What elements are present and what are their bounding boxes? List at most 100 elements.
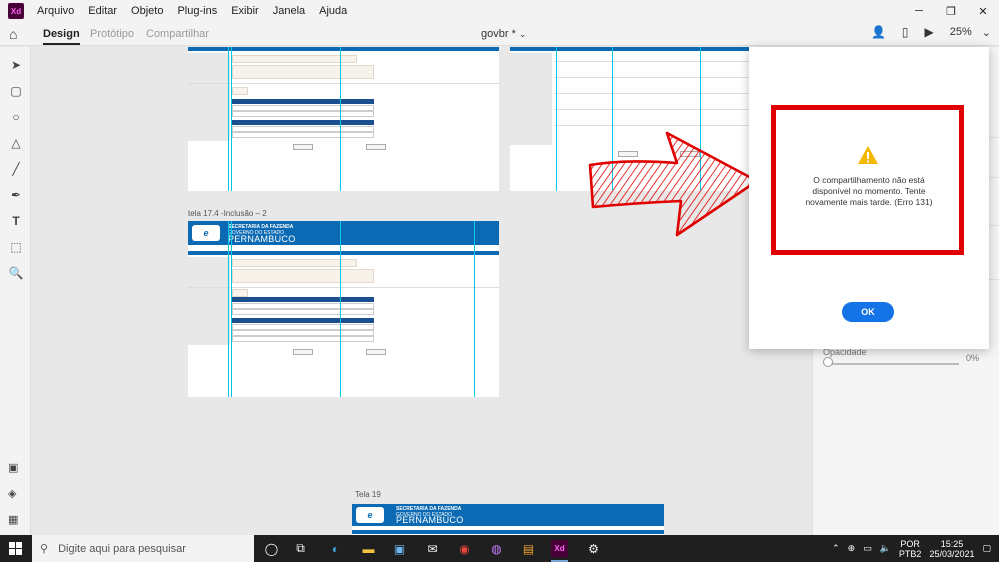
layers-icon[interactable]: ◈ xyxy=(8,487,16,500)
left-toolbar: ➤ ▢ ○ △ ╱ ✒ T ⬚ 🔍 ▣ ◈ ▦ xyxy=(0,47,31,535)
fisco-logo-icon: e xyxy=(192,225,220,241)
layout-guide xyxy=(340,221,341,397)
tab-prototipo[interactable]: Protótipo xyxy=(90,28,134,40)
opacity-value: 0% xyxy=(965,353,979,363)
menu-plugins[interactable]: Plug-ins xyxy=(170,0,224,22)
artboard-middle[interactable]: e SECRETARIA DA FAZENDA GOVERNO DO ESTAD… xyxy=(188,221,499,397)
menu-editar[interactable]: Editar xyxy=(81,0,124,22)
error-message: O compartilhamento não está disponível n… xyxy=(805,175,933,207)
form-field xyxy=(232,55,357,63)
label-column xyxy=(510,53,552,145)
clock-time: 15:25 xyxy=(940,538,964,549)
mini-button xyxy=(293,144,313,150)
share-user-icon[interactable]: 👤 xyxy=(871,25,886,39)
mode-bar: ⌂ Design Protótipo Compartilhar govbr * ⌄… xyxy=(0,22,999,46)
gov-header: e SECRETARIA DA FAZENDA GOVERNO DO ESTAD… xyxy=(352,504,664,526)
section-header xyxy=(188,251,499,255)
section-header xyxy=(188,47,499,51)
close-window-button[interactable]: ✕ xyxy=(967,0,999,22)
maximize-button[interactable]: ❐ xyxy=(935,0,967,22)
line-tool-icon[interactable]: ╱ xyxy=(8,161,24,177)
tab-design[interactable]: Design xyxy=(43,28,80,45)
layout-guide xyxy=(228,47,229,191)
section-header xyxy=(352,530,664,534)
table-row xyxy=(232,111,374,117)
cortana-icon[interactable]: ◯ xyxy=(263,540,280,557)
zoom-value: 25% xyxy=(949,26,972,38)
document-title[interactable]: govbr * ⌄ xyxy=(481,28,526,40)
pen-tool-icon[interactable]: ✒ xyxy=(8,187,24,203)
taskbar-search[interactable]: ⚲ Digite aqui para pesquisar xyxy=(32,535,254,562)
canvas[interactable]: tela 17.4 -Inclusão – 2 e SECRETARIA DA … xyxy=(32,47,812,535)
outlook-icon[interactable]: ▤ xyxy=(520,540,537,557)
form-field xyxy=(232,269,374,283)
play-icon[interactable]: ▶ xyxy=(925,25,934,39)
mini-button xyxy=(366,349,386,355)
chevron-down-icon: ⌄ xyxy=(518,29,527,39)
layout-guide xyxy=(474,221,475,397)
table-header xyxy=(232,99,374,104)
menu-ajuda[interactable]: Ajuda xyxy=(312,0,354,22)
table-row xyxy=(232,132,374,138)
windows-start-icon[interactable] xyxy=(9,542,22,555)
menu-janela[interactable]: Janela xyxy=(266,0,312,22)
assets-icon[interactable]: ▣ xyxy=(8,461,18,474)
menu-arquivo[interactable]: Arquivo xyxy=(30,0,81,22)
form-field xyxy=(232,87,248,95)
artboard-top-left[interactable] xyxy=(188,47,499,191)
annotation-arrow-icon xyxy=(588,131,759,237)
plugins-icon[interactable]: ▦ xyxy=(8,513,18,526)
volume-icon[interactable]: 🔈 xyxy=(880,543,891,554)
rectangle-tool-icon[interactable]: ▢ xyxy=(8,83,24,99)
notification-icon[interactable]: ▢ xyxy=(982,543,991,554)
form-field xyxy=(232,65,374,79)
chevron-up-icon[interactable]: ⌃ xyxy=(832,543,840,554)
ok-button[interactable]: OK xyxy=(842,302,894,322)
wifi-icon[interactable]: ▭ xyxy=(863,543,872,554)
artboard-tool-icon[interactable]: ⬚ xyxy=(8,239,24,255)
network-icon[interactable]: ⊕ xyxy=(848,543,856,554)
task-view-icon[interactable]: ⧉ xyxy=(292,540,309,557)
clock-date: 25/03/2021 xyxy=(929,548,975,559)
zoom-control[interactable]: 25% ⌄ xyxy=(950,26,991,39)
menu-objeto[interactable]: Objeto xyxy=(124,0,170,22)
gov-header: e SECRETARIA DA FAZENDA GOVERNO DO ESTAD… xyxy=(188,221,499,245)
mail-icon[interactable]: ✉ xyxy=(424,540,441,557)
clock[interactable]: 15:25 25/03/2021 xyxy=(929,539,974,559)
language-indicator[interactable]: POR PTB2 xyxy=(899,539,922,559)
artboard-label[interactable]: tela 17.4 -Inclusão – 2 xyxy=(188,209,267,218)
window-controls: ─ ❐ ✕ xyxy=(903,0,999,22)
lang-line2: PTB2 xyxy=(898,548,922,559)
ellipse-tool-icon[interactable]: ○ xyxy=(8,109,24,125)
section-header xyxy=(510,47,770,51)
document-title-text: govbr * xyxy=(481,28,516,40)
minimize-button[interactable]: ─ xyxy=(903,0,935,22)
settings-gear-icon[interactable]: ⚙ xyxy=(585,540,602,557)
menu-exibir[interactable]: Exibir xyxy=(224,0,266,22)
photos-icon[interactable]: ◍ xyxy=(488,540,505,557)
opacity-slider-knob[interactable] xyxy=(823,357,833,367)
device-preview-icon[interactable]: ▯ xyxy=(902,25,909,39)
file-explorer-icon[interactable]: ▬ xyxy=(360,540,377,557)
zoom-tool-icon[interactable]: 🔍 xyxy=(8,265,24,281)
adobe-xd-taskbar-icon[interactable]: Xd xyxy=(551,540,568,562)
mini-button xyxy=(293,349,313,355)
right-tools: 👤 ▯ ▶ 25% ⌄ xyxy=(871,25,991,39)
windows-taskbar: ⚲ Digite aqui para pesquisar ◯ ⧉ ◐ ▬ ▣ ✉… xyxy=(0,535,999,562)
chrome-icon[interactable]: ◉ xyxy=(456,540,473,557)
artboard-bottom[interactable]: e SECRETARIA DA FAZENDA GOVERNO DO ESTAD… xyxy=(352,504,664,535)
edge-icon[interactable]: ◐ xyxy=(327,540,344,557)
store-icon[interactable]: ▣ xyxy=(391,540,408,557)
search-icon: ⚲ xyxy=(40,543,49,555)
divider xyxy=(554,109,760,110)
artboard-label[interactable]: Tela 19 xyxy=(355,490,381,499)
home-icon[interactable]: ⌂ xyxy=(9,26,17,42)
table-row xyxy=(232,336,374,342)
label-column xyxy=(188,257,230,345)
tab-compartilhar[interactable]: Compartilhar xyxy=(146,28,209,40)
opacity-slider-track[interactable] xyxy=(825,363,959,365)
text-tool-icon[interactable]: T xyxy=(8,213,24,229)
mini-button xyxy=(366,144,386,150)
select-tool-icon[interactable]: ➤ xyxy=(8,57,24,73)
polygon-tool-icon[interactable]: △ xyxy=(8,135,24,151)
